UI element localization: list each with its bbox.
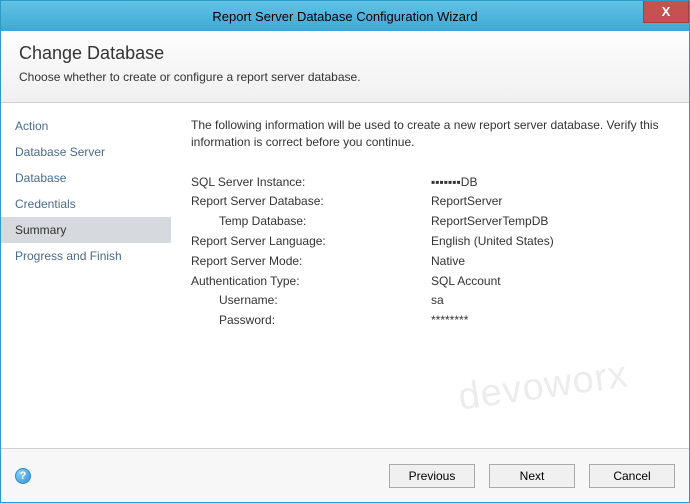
- summary-row: SQL Server Instance:▪▪▪▪▪▪▪DB: [191, 173, 669, 193]
- summary-value: SQL Account: [431, 272, 669, 292]
- wizard-step-database[interactable]: Database: [1, 165, 171, 191]
- wizard-step-progress-and-finish[interactable]: Progress and Finish: [1, 243, 171, 269]
- wizard-header: Change Database Choose whether to create…: [1, 31, 689, 103]
- wizard-step-action[interactable]: Action: [1, 113, 171, 139]
- summary-value: English (United States): [431, 232, 669, 252]
- wizard-content: The following information will be used t…: [171, 103, 689, 448]
- next-button[interactable]: Next: [489, 464, 575, 488]
- summary-label: Report Server Language:: [191, 232, 431, 252]
- summary-row: Report Server Database:ReportServer: [191, 192, 669, 212]
- summary-row: Authentication Type:SQL Account: [191, 272, 669, 292]
- titlebar: Report Server Database Configuration Wiz…: [1, 1, 689, 31]
- summary-value: ReportServerTempDB: [431, 212, 669, 232]
- close-button[interactable]: X: [643, 1, 689, 23]
- wizard-steps-sidebar: ActionDatabase ServerDatabaseCredentials…: [1, 103, 171, 448]
- summary-label: Report Server Database:: [191, 192, 431, 212]
- previous-button[interactable]: Previous: [389, 464, 475, 488]
- summary-intro: The following information will be used t…: [191, 117, 669, 151]
- page-subtitle: Choose whether to create or configure a …: [19, 70, 671, 84]
- page-title: Change Database: [19, 43, 671, 64]
- summary-row: Temp Database:ReportServerTempDB: [191, 212, 669, 232]
- wizard-step-database-server[interactable]: Database Server: [1, 139, 171, 165]
- summary-label: Authentication Type:: [191, 272, 431, 292]
- summary-label: SQL Server Instance:: [191, 173, 431, 193]
- wizard-step-credentials[interactable]: Credentials: [1, 191, 171, 217]
- summary-label: Username:: [191, 291, 431, 311]
- cancel-button[interactable]: Cancel: [589, 464, 675, 488]
- summary-row: Username:sa: [191, 291, 669, 311]
- summary-table: SQL Server Instance:▪▪▪▪▪▪▪DBReport Serv…: [191, 173, 669, 331]
- summary-value: Native: [431, 252, 669, 272]
- summary-row: Report Server Mode:Native: [191, 252, 669, 272]
- summary-value: sa: [431, 291, 669, 311]
- window-title: Report Server Database Configuration Wiz…: [212, 9, 477, 24]
- summary-label: Report Server Mode:: [191, 252, 431, 272]
- summary-label: Password:: [191, 311, 431, 331]
- summary-label: Temp Database:: [191, 212, 431, 232]
- summary-value: ********: [431, 311, 669, 331]
- wizard-step-summary[interactable]: Summary: [1, 217, 171, 243]
- summary-row: Report Server Language:English (United S…: [191, 232, 669, 252]
- wizard-footer: ? Previous Next Cancel: [1, 448, 689, 502]
- summary-row: Password:********: [191, 311, 669, 331]
- help-icon[interactable]: ?: [15, 468, 31, 484]
- summary-value: ▪▪▪▪▪▪▪DB: [431, 173, 669, 193]
- wizard-body: ActionDatabase ServerDatabaseCredentials…: [1, 103, 689, 448]
- summary-value: ReportServer: [431, 192, 669, 212]
